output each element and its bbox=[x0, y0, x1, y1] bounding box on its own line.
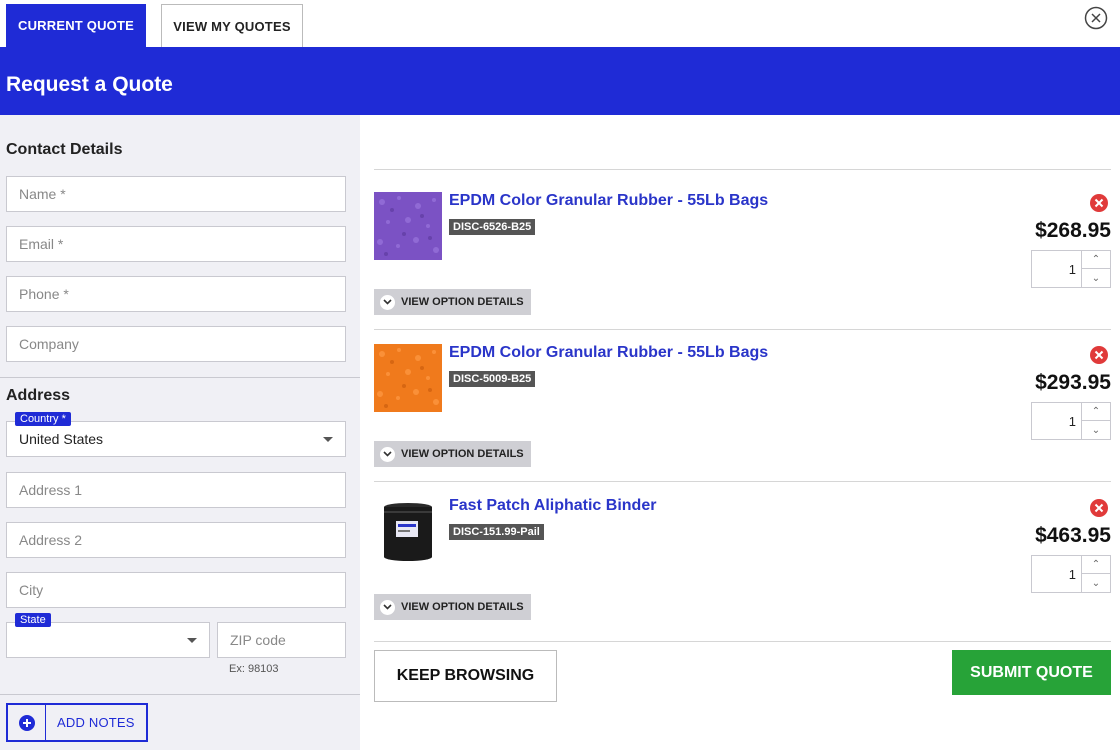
quantity-value[interactable]: 1 bbox=[1032, 251, 1082, 287]
state-select[interactable] bbox=[6, 622, 210, 658]
section-divider bbox=[0, 377, 360, 378]
remove-icon[interactable] bbox=[1090, 346, 1108, 364]
plus-circle-icon bbox=[18, 714, 35, 731]
chevron-up-icon[interactable]: ⌃ bbox=[1082, 251, 1110, 269]
quantity-stepper[interactable]: 1 ⌃ ⌄ bbox=[1031, 402, 1111, 440]
stepper-controls: ⌃ ⌄ bbox=[1081, 251, 1110, 287]
tab-view-my-quotes[interactable]: VIEW MY QUOTES bbox=[161, 4, 303, 47]
keep-browsing-button[interactable]: KEEP BROWSING bbox=[374, 650, 557, 702]
quote-item: EPDM Color Granular Rubber - 55Lb Bags D… bbox=[374, 170, 1111, 322]
view-option-details-button[interactable]: VIEW OPTION DETAILS bbox=[374, 441, 531, 467]
submit-quote-button[interactable]: SUBMIT QUOTE bbox=[952, 650, 1111, 695]
remove-icon[interactable] bbox=[1090, 194, 1108, 212]
product-thumbnail[interactable] bbox=[374, 344, 442, 412]
sku-badge: DISC-151.99-Pail bbox=[449, 524, 544, 540]
view-option-details-label: VIEW OPTION DETAILS bbox=[401, 296, 524, 308]
view-option-details-button[interactable]: VIEW OPTION DETAILS bbox=[374, 594, 531, 620]
sku-badge: DISC-5009-B25 bbox=[449, 371, 536, 387]
country-select[interactable]: United States bbox=[6, 421, 346, 457]
chevron-down-icon[interactable]: ⌄ bbox=[1082, 421, 1110, 439]
chevron-down-icon bbox=[380, 294, 395, 310]
view-option-details-label: VIEW OPTION DETAILS bbox=[401, 448, 524, 460]
section-divider bbox=[0, 694, 360, 695]
quantity-value[interactable]: 1 bbox=[1032, 556, 1082, 592]
contact-form-panel: Contact Details Name * Email * Phone * C… bbox=[0, 115, 360, 750]
modal-header: Request a Quote bbox=[0, 47, 1120, 115]
items-divider bbox=[374, 641, 1111, 642]
product-thumbnail[interactable] bbox=[374, 497, 442, 565]
state-label: State bbox=[15, 613, 51, 627]
company-input[interactable]: Company bbox=[6, 326, 346, 362]
country-value: United States bbox=[19, 431, 104, 447]
zip-input[interactable]: ZIP code bbox=[217, 622, 346, 658]
quantity-stepper[interactable]: 1 ⌃ ⌄ bbox=[1031, 250, 1111, 288]
stepper-controls: ⌃ ⌄ bbox=[1081, 556, 1110, 592]
quote-item: EPDM Color Granular Rubber - 55Lb Bags D… bbox=[374, 322, 1111, 474]
product-thumbnail[interactable] bbox=[374, 192, 442, 260]
item-price: $463.95 bbox=[1035, 524, 1111, 547]
chevron-down-icon bbox=[323, 437, 333, 442]
quantity-stepper[interactable]: 1 ⌃ ⌄ bbox=[1031, 555, 1111, 593]
zip-hint: Ex: 98103 bbox=[229, 663, 279, 675]
country-label: Country * bbox=[15, 412, 71, 426]
product-title-link[interactable]: EPDM Color Granular Rubber - 55Lb Bags bbox=[449, 192, 768, 210]
chevron-down-icon[interactable]: ⌄ bbox=[1082, 574, 1110, 592]
quote-modal: CURRENT QUOTE VIEW MY QUOTES Request a Q… bbox=[0, 0, 1120, 750]
address2-input[interactable]: Address 2 bbox=[6, 522, 346, 558]
view-option-details-button[interactable]: VIEW OPTION DETAILS bbox=[374, 289, 531, 315]
chevron-down-icon[interactable]: ⌄ bbox=[1082, 269, 1110, 287]
notes-icon-wrap bbox=[8, 705, 46, 740]
page-title: Request a Quote bbox=[6, 73, 173, 96]
name-input[interactable]: Name * bbox=[6, 176, 346, 212]
product-title-link[interactable]: EPDM Color Granular Rubber - 55Lb Bags bbox=[449, 344, 768, 362]
city-input[interactable]: City bbox=[6, 572, 346, 608]
chevron-down-icon bbox=[380, 599, 395, 615]
item-price: $268.95 bbox=[1035, 219, 1111, 242]
email-input[interactable]: Email * bbox=[6, 226, 346, 262]
quantity-value[interactable]: 1 bbox=[1032, 403, 1082, 439]
chevron-down-icon bbox=[380, 446, 395, 462]
address1-input[interactable]: Address 1 bbox=[6, 472, 346, 508]
chevron-down-icon bbox=[187, 638, 197, 643]
quote-item: Fast Patch Aliphatic Binder DISC-151.99-… bbox=[374, 475, 1111, 627]
close-icon[interactable] bbox=[1084, 6, 1108, 30]
product-title-link[interactable]: Fast Patch Aliphatic Binder bbox=[449, 497, 656, 515]
add-notes-button[interactable]: ADD NOTES bbox=[6, 703, 148, 742]
stepper-controls: ⌃ ⌄ bbox=[1081, 403, 1110, 439]
item-price: $293.95 bbox=[1035, 371, 1111, 394]
remove-icon[interactable] bbox=[1090, 499, 1108, 517]
view-option-details-label: VIEW OPTION DETAILS bbox=[401, 601, 524, 613]
address-title: Address bbox=[6, 387, 71, 404]
sku-badge: DISC-6526-B25 bbox=[449, 219, 536, 235]
tab-current-quote[interactable]: CURRENT QUOTE bbox=[6, 4, 146, 47]
phone-input[interactable]: Phone * bbox=[6, 276, 346, 312]
chevron-up-icon[interactable]: ⌃ bbox=[1082, 556, 1110, 574]
contact-details-title: Contact Details bbox=[6, 141, 123, 158]
chevron-up-icon[interactable]: ⌃ bbox=[1082, 403, 1110, 421]
tab-bar: CURRENT QUOTE VIEW MY QUOTES bbox=[0, 0, 1120, 47]
add-notes-label: ADD NOTES bbox=[57, 715, 135, 730]
